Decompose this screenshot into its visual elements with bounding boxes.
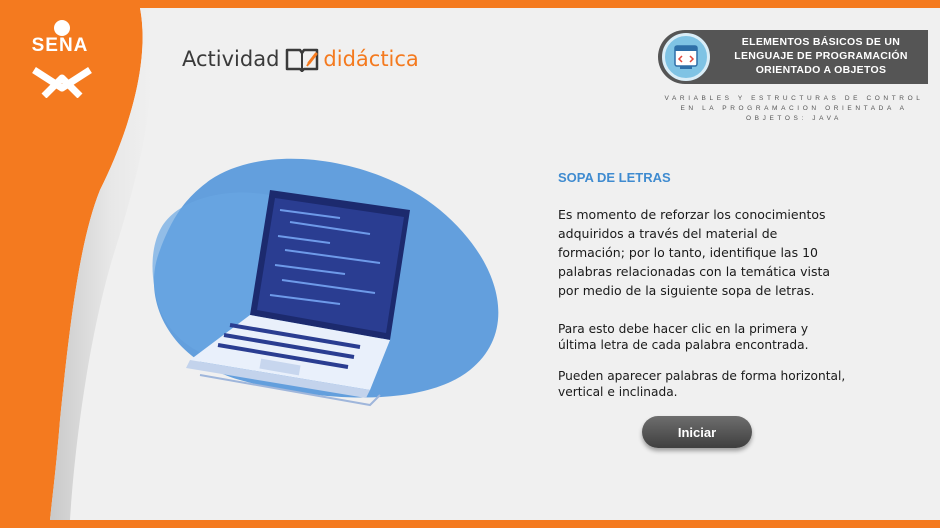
sena-logo-text: SENA (31, 35, 89, 56)
laptop-illustration (152, 158, 499, 407)
code-window-icon (674, 45, 698, 69)
book-pencil-icon (286, 48, 319, 72)
instructions-paragraph-3: Pueden aparecer palabras de forma horizo… (558, 369, 846, 399)
brand-right-text: didáctica (323, 47, 419, 71)
brand-left-text: Actividad (182, 47, 280, 71)
start-button[interactable]: Iniciar (642, 416, 752, 448)
instructions-panel: SOPA DE LETRAS Es momento de reforzar lo… (558, 170, 848, 400)
sena-logo (32, 20, 92, 98)
topic-title: ELEMENTOS BÁSICOS DE UN LENGUAJE DE PROG… (734, 36, 908, 76)
activity-stage: SENA Actividad didáctica ELEMENTOS BÁSIC… (0, 0, 940, 528)
topic-subtitle: Variables y estructuras de control en la… (664, 95, 924, 122)
topic-icon-badge (662, 33, 710, 81)
activity-brand: Actividad didáctica (182, 44, 419, 74)
activity-title: SOPA DE LETRAS (558, 170, 671, 185)
instructions-paragraph-1: Es momento de reforzar los conocimientos… (558, 207, 831, 298)
instructions-paragraph-2: Para esto debe hacer clic en la primera … (558, 322, 809, 352)
